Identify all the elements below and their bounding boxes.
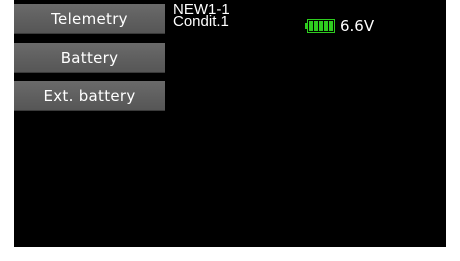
battery-indicator: 6.6V bbox=[305, 17, 375, 35]
telemetry-button[interactable]: Telemetry bbox=[14, 4, 165, 34]
transmitter-screen: Telemetry Battery Ext. battery NEW1-1 Co… bbox=[14, 0, 446, 247]
battery-cell bbox=[324, 21, 328, 31]
ext-battery-button[interactable]: Ext. battery bbox=[14, 81, 165, 111]
battery-button[interactable]: Battery bbox=[14, 43, 165, 73]
battery-icon bbox=[305, 19, 335, 33]
battery-cell bbox=[329, 21, 333, 31]
battery-cell bbox=[314, 21, 318, 31]
battery-cell bbox=[309, 21, 313, 31]
condition-name: Condit.1 bbox=[173, 13, 229, 30]
battery-cell bbox=[319, 21, 323, 31]
battery-voltage: 6.6V bbox=[340, 17, 375, 35]
